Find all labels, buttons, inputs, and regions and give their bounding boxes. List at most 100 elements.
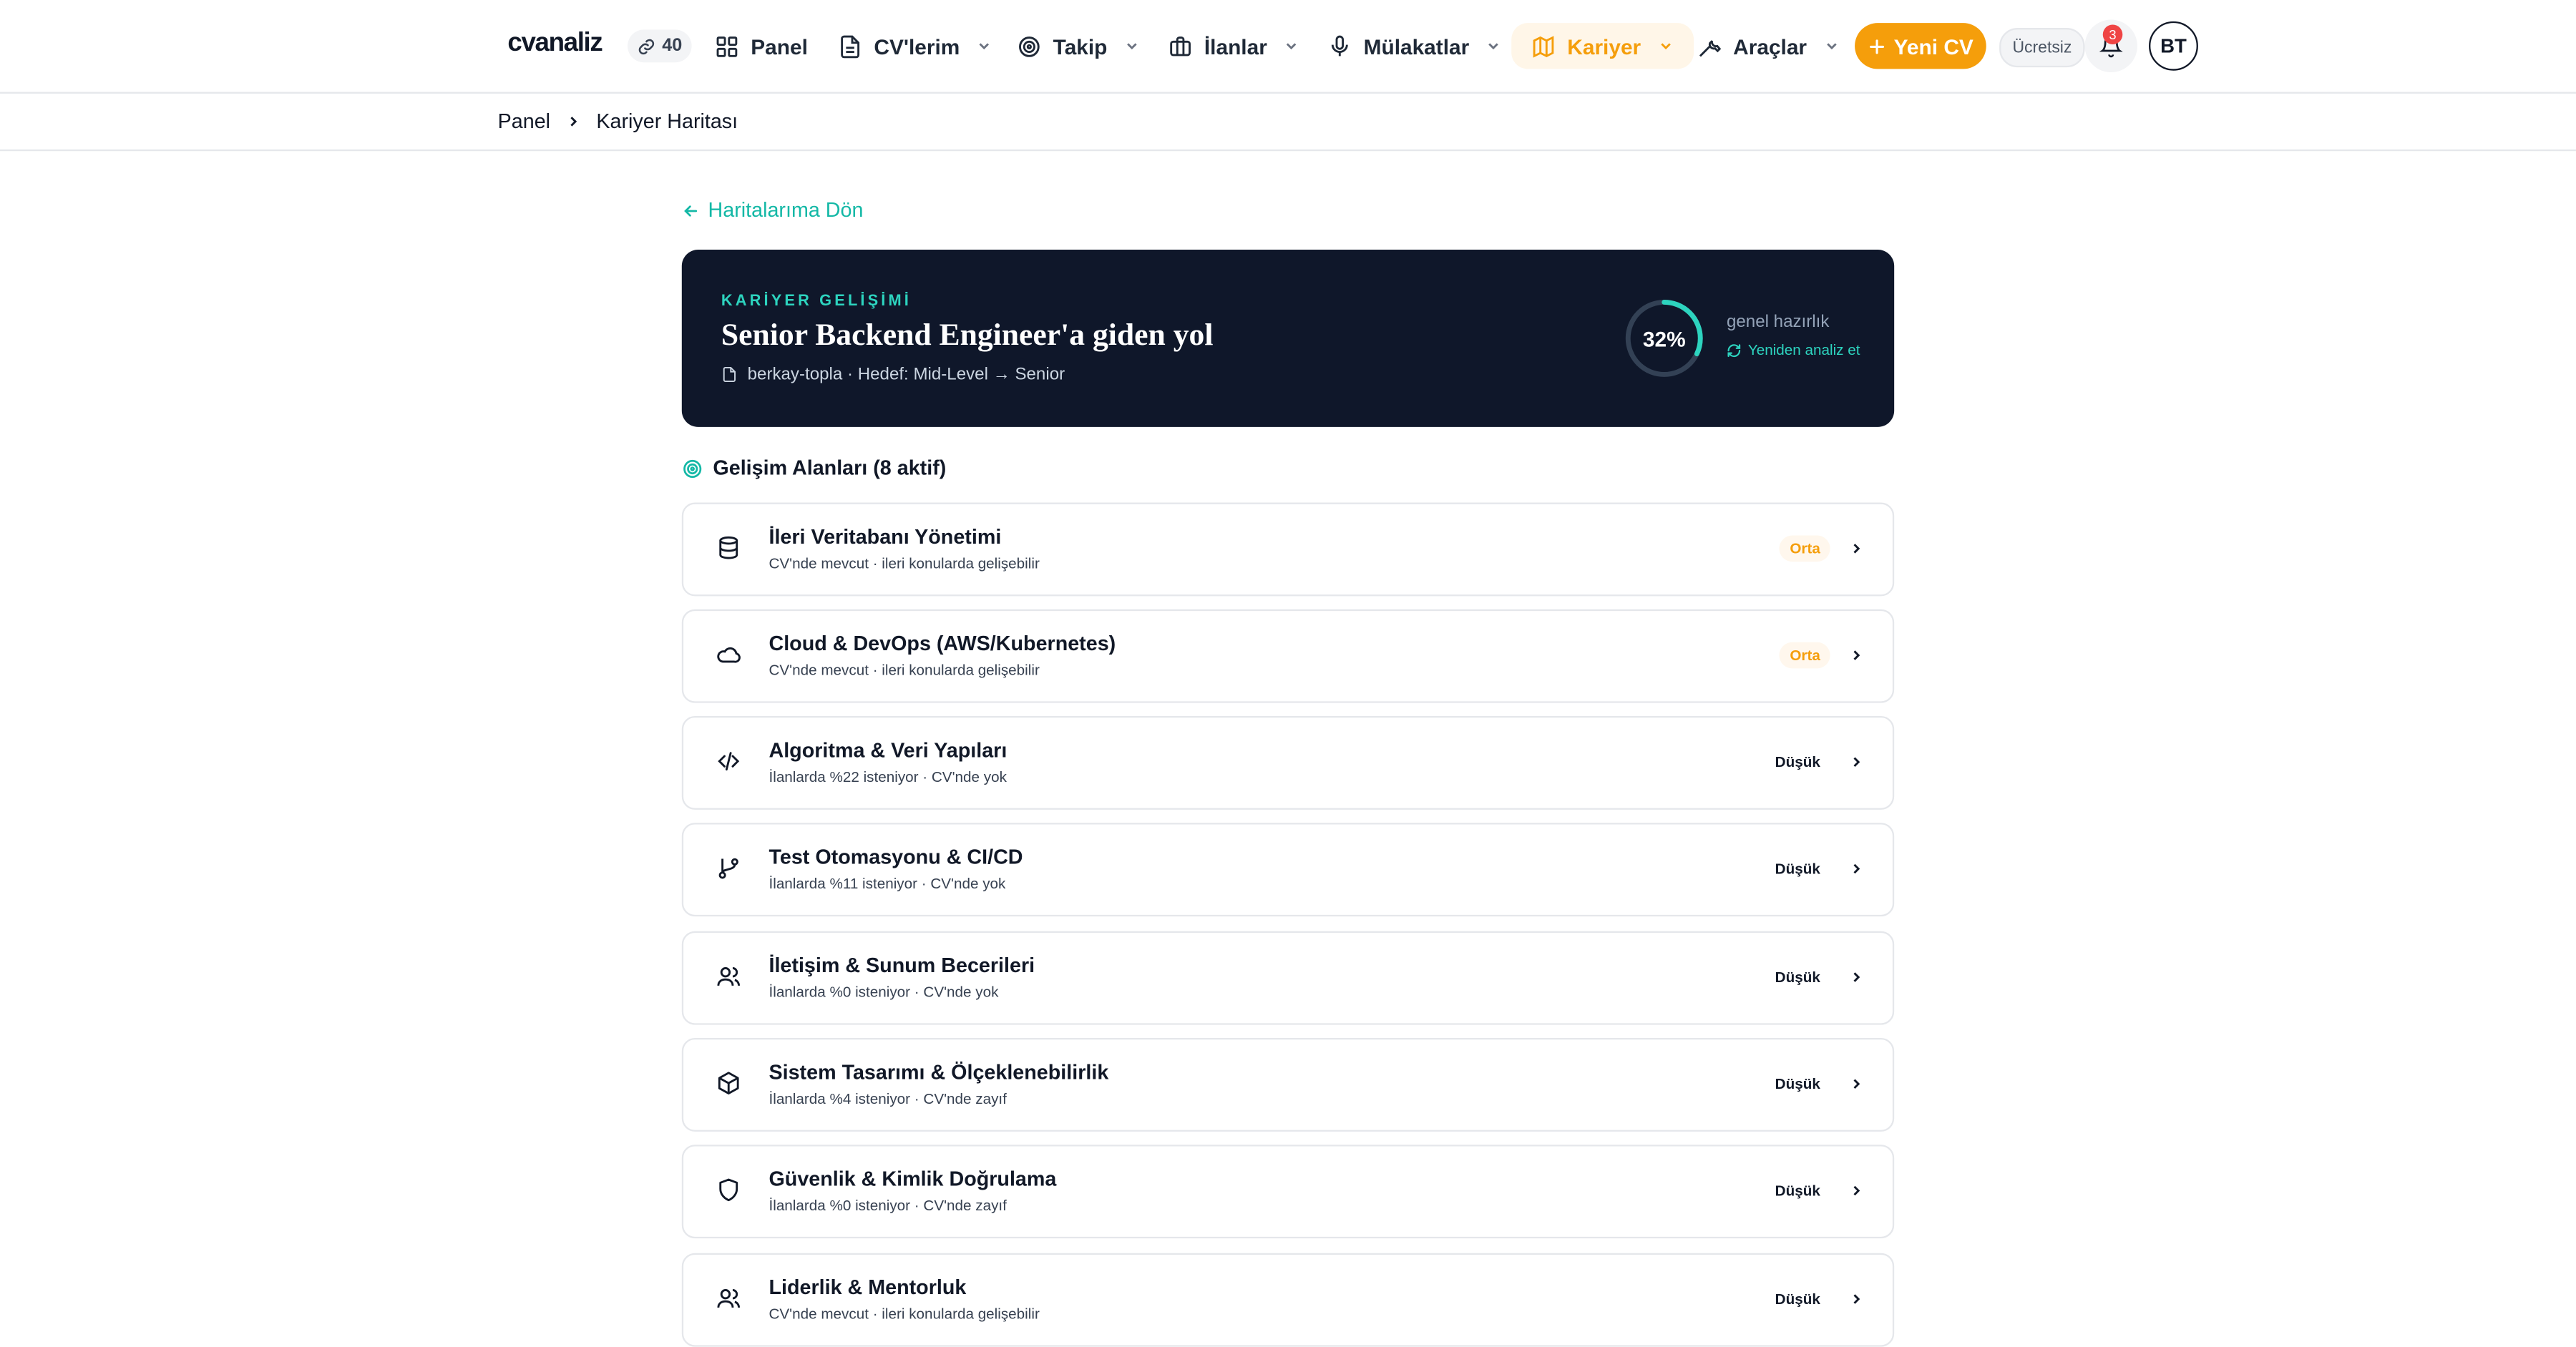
chevron-down-icon [1660, 43, 1671, 50]
logo[interactable]: cvanaliz [507, 29, 602, 59]
area-title: Algoritma & Veri Yapıları [769, 739, 1008, 763]
area-subtitle: CV'nde mevcut · ileri konularda gelişebi… [769, 662, 1040, 679]
reanalyze-label: Yeniden analiz et [1747, 341, 1860, 358]
area-subtitle: CV'nde mevcut · ileri konularda gelişebi… [769, 555, 1040, 572]
notification-count-badge: 3 [2102, 24, 2123, 44]
area-title: Cloud & DevOps (AWS/Kubernetes) [769, 632, 1116, 656]
briefcase-icon [1170, 35, 1191, 56]
chevron-down-icon [1127, 43, 1137, 50]
area-subtitle: İlanlarda %4 isteniyor · CV'nde zayıf [769, 1090, 1007, 1107]
user-avatar[interactable]: BT [2149, 21, 2198, 71]
nav-kariyer[interactable]: Kariyer [1511, 23, 1694, 69]
area-title: Sistem Tasarımı & Ölçeklenebilirlik [769, 1061, 1109, 1084]
area-card[interactable]: İletişim & Sunum Becerileri İlanlarda %0… [681, 931, 1895, 1025]
area-title: Test Otomasyonu & CI/CD [769, 846, 1023, 869]
area-title: İletişim & Sunum Becerileri [769, 954, 1035, 978]
hero-title: Senior Backend Engineer'a giden yol [721, 318, 1214, 353]
nav-ilanlar[interactable]: İlanlar [1168, 23, 1299, 69]
back-link-label: Haritalarıma Dön [708, 198, 864, 222]
area-subtitle: İlanlarda %0 isteniyor · CV'nde zayıf [769, 1197, 1007, 1214]
nav-mulakatlar[interactable]: Mülakatlar [1327, 23, 1502, 69]
area-title: Liderlik & Mentorluk [769, 1275, 967, 1300]
chevron-down-icon [1287, 43, 1297, 50]
hero-meta-text: berkay-topla · Hedef: Mid-Level → Senior [747, 364, 1065, 385]
nav-panel-label: Panel [751, 34, 808, 59]
breadcrumb: Panel Kariyer Haritası [498, 110, 738, 133]
chevron-right-icon [1853, 1079, 1860, 1089]
area-card[interactable]: Algoritma & Veri Yapıları İlanlarda %22 … [681, 716, 1895, 810]
refresh-icon [1727, 343, 1741, 356]
nav-cvlerim-label: CV'lerim [874, 34, 960, 59]
wrench-icon [1699, 39, 1722, 57]
area-card[interactable]: Test Otomasyonu & CI/CD İlanlarda %11 is… [681, 823, 1895, 917]
area-subtitle: İlanlarda %0 isteniyor · CV'nde yok [769, 984, 999, 1001]
code-icon [718, 752, 740, 771]
chevron-right-icon [1853, 1294, 1860, 1304]
career-hero-card: KARİYER GELİŞİMİ Senior Backend Engineer… [681, 249, 1895, 427]
area-card[interactable]: İleri Veritabanı Yönetimi CV'nde mevcut … [681, 502, 1895, 597]
nav-panel[interactable]: Panel [715, 23, 808, 69]
level-badge: Düşük [1775, 1290, 1820, 1308]
hero-kicker: KARİYER GELİŞİMİ [721, 292, 912, 310]
arrow-left-icon [684, 205, 698, 216]
area-title: Güvenlik & Kimlik Doğrulama [769, 1167, 1057, 1191]
area-card[interactable]: Liderlik & Mentorluk CV'nde mevcut · ile… [681, 1253, 1895, 1347]
readiness-percent: 32% [1642, 325, 1686, 351]
area-title: İleri Veritabanı Yönetimi [769, 525, 1002, 549]
plus-icon [1869, 39, 1884, 54]
chevron-down-icon [980, 43, 990, 50]
chevron-down-icon [1488, 43, 1499, 50]
area-subtitle: İlanlarda %11 isteniyor · CV'nde yok [769, 875, 1006, 892]
hero-meta: berkay-topla · Hedef: Mid-Level → Senior [721, 364, 1065, 385]
nav-araclar-label: Araçlar [1733, 34, 1807, 59]
area-card[interactable]: Cloud & DevOps (AWS/Kubernetes) CV'nde m… [681, 609, 1895, 703]
area-subtitle: CV'nde mevcut · ileri konularda gelişebi… [769, 1306, 1040, 1323]
development-areas-heading: Gelişim Alanları (8 aktif) [682, 456, 946, 479]
chevron-right-icon [1853, 650, 1860, 660]
file-icon [841, 34, 860, 58]
credits-badge[interactable]: 40 [628, 29, 693, 63]
new-cv-button[interactable]: Yeni CV [1855, 23, 1986, 69]
readiness-label: genel hazırlık [1726, 312, 1830, 332]
nav-takip-label: Takip [1053, 34, 1108, 59]
target-icon [683, 459, 702, 477]
chevron-right-icon [1853, 863, 1860, 874]
level-badge: Orta [1780, 642, 1830, 669]
chevron-right-icon [1853, 1185, 1860, 1196]
chevron-right-icon [1853, 757, 1860, 768]
back-to-maps-link[interactable]: Haritalarıma Dön [682, 198, 864, 222]
map-icon [1533, 35, 1554, 57]
area-subtitle: İlanlarda %22 isteniyor · CV'nde yok [769, 768, 1007, 785]
nav-cvlerim[interactable]: CV'lerim [838, 23, 992, 69]
area-card[interactable]: Sistem Tasarımı & Ölçeklenebilirlik İlan… [681, 1038, 1895, 1132]
git-branch-icon [718, 858, 738, 879]
nav-araclar[interactable]: Araçlar [1697, 23, 1840, 69]
level-badge: Orta [1780, 535, 1830, 562]
grid-icon [716, 35, 738, 57]
chevron-right-icon [570, 117, 577, 127]
breadcrumb-root[interactable]: Panel [498, 110, 550, 133]
target-icon [1019, 35, 1040, 57]
reanalyze-button[interactable]: Yeniden analiz et [1727, 342, 1860, 358]
credits-count: 40 [662, 36, 683, 57]
level-badge: Düşük [1775, 1075, 1820, 1092]
level-badge: Düşük [1775, 969, 1820, 986]
link-icon [638, 38, 655, 54]
nav-ilanlar-label: İlanlar [1204, 34, 1267, 59]
document-icon [723, 366, 736, 382]
breadcrumb-current: Kariyer Haritası [596, 109, 738, 133]
nav-mulakatlar-label: Mülakatlar [1363, 34, 1470, 59]
level-badge: Düşük [1775, 861, 1820, 878]
area-card[interactable]: Güvenlik & Kimlik Doğrulama İlanlarda %0… [681, 1145, 1895, 1239]
chevron-right-icon [1853, 544, 1860, 554]
box-icon [718, 1072, 739, 1094]
new-cv-label: Yeni CV [1893, 34, 1974, 59]
shield-icon [719, 1178, 738, 1202]
nav-takip[interactable]: Takip [1017, 23, 1140, 69]
nav-kariyer-label: Kariyer [1567, 34, 1641, 59]
cloud-icon [717, 647, 741, 663]
chevron-right-icon [1853, 972, 1860, 982]
plan-badge[interactable]: Ücretsiz [1999, 28, 2085, 68]
breadcrumb-bar: Panel Kariyer Haritası [0, 94, 2576, 152]
top-navbar: cvanaliz 40 Panel CV'lerim Takip İlanlar [0, 0, 2576, 94]
